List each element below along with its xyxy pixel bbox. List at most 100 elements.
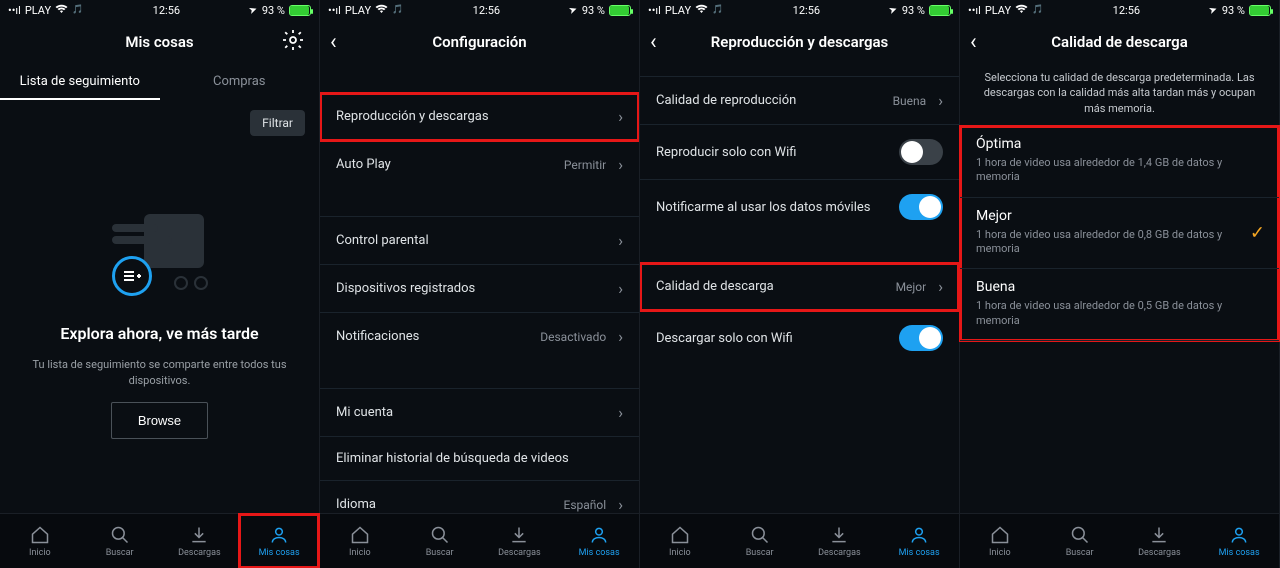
- status-bar: ••ıl PLAY 🎵 12:56 ➤ 93 %: [0, 0, 319, 20]
- quality-options-group: Óptima 1 hora de video usa alrededor de …: [960, 126, 1279, 341]
- header: ‹ Configuración: [320, 20, 639, 64]
- tab-search[interactable]: Buscar: [1040, 514, 1120, 568]
- row-label: Eliminar historial de búsqueda de videos: [336, 451, 569, 466]
- option-sub: 1 hora de video usa alrededor de 0,8 GB …: [976, 228, 1263, 257]
- clock: 12:56: [153, 4, 180, 17]
- page-title: Mis cosas: [125, 33, 193, 51]
- battery-icon: [929, 5, 951, 16]
- row-wifi-download[interactable]: Descargar solo con Wifi: [640, 311, 959, 365]
- wifi-icon: [55, 4, 68, 17]
- row-wifi-stream[interactable]: Reproducir solo con Wifi: [640, 125, 959, 180]
- header: ‹ Calidad de descarga: [960, 20, 1279, 64]
- tab-search-label: Buscar: [106, 548, 134, 558]
- row-label: Mi cuenta: [336, 405, 393, 420]
- tab-downloads-label: Descargas: [178, 548, 221, 558]
- tab-search[interactable]: Buscar: [720, 514, 800, 568]
- row-notify-cellular[interactable]: Notificarme al usar los datos móviles: [640, 180, 959, 234]
- status-bar: ••ıl PLAY 🎵 12:56 ➤ 93 %: [640, 0, 959, 20]
- row-value: Permitir: [564, 158, 606, 172]
- tabs: Lista de seguimiento Compras: [0, 64, 319, 100]
- signal-icon: ••ıl: [328, 4, 341, 17]
- tab-home[interactable]: Inicio: [960, 514, 1040, 568]
- row-stream-download[interactable]: Reproducción y descargas ›: [320, 93, 639, 141]
- toggle-wifi-stream[interactable]: [899, 139, 943, 165]
- wifi-icon: [375, 4, 388, 17]
- tab-home[interactable]: Inicio: [0, 514, 80, 568]
- battery-pct: 93 %: [1222, 4, 1245, 17]
- signal-icon: ••ıl: [968, 4, 981, 17]
- page-title: Reproducción y descargas: [711, 33, 889, 51]
- tab-mystuff[interactable]: Mis cosas: [879, 514, 959, 568]
- chevron-right-icon: ›: [618, 327, 623, 346]
- toggle-wifi-download[interactable]: [899, 325, 943, 351]
- chevron-right-icon: ›: [618, 107, 623, 126]
- tab-mystuff[interactable]: Mis cosas: [1199, 514, 1279, 568]
- status-bar: ••ıl PLAY 🎵 12:56 ➤ 93 %: [320, 0, 639, 20]
- back-button[interactable]: ‹: [330, 30, 337, 55]
- row-download-quality[interactable]: Calidad de descarga Mejor ›: [640, 263, 959, 311]
- filter-button[interactable]: Filtrar: [250, 110, 305, 136]
- tab-mystuff[interactable]: Mis cosas: [239, 514, 319, 568]
- row-notifications[interactable]: Notificaciones Desactivado ›: [320, 313, 639, 360]
- row-label: Dispositivos registrados: [336, 281, 475, 296]
- option-sub: 1 hora de video usa alrededor de 1,4 GB …: [976, 156, 1263, 185]
- row-label: Control parental: [336, 233, 429, 248]
- tab-watchlist[interactable]: Lista de seguimiento: [0, 64, 160, 100]
- empty-title: Explora ahora, ve más tarde: [60, 324, 258, 343]
- row-stream-quality[interactable]: Calidad de reproducción Buena ›: [640, 77, 959, 125]
- gear-icon[interactable]: [281, 28, 305, 56]
- option-title: Buena: [976, 279, 1263, 295]
- tab-purchases[interactable]: Compras: [160, 64, 320, 100]
- header: ‹ Reproducción y descargas: [640, 20, 959, 64]
- row-language[interactable]: Idioma Español ›: [320, 481, 639, 513]
- row-autoplay[interactable]: Auto Play Permitir ›: [320, 141, 639, 188]
- tab-search[interactable]: Buscar: [80, 514, 160, 568]
- battery-icon: [1249, 5, 1271, 16]
- page-title: Calidad de descarga: [1051, 33, 1188, 51]
- tab-home[interactable]: Inicio: [640, 514, 720, 568]
- quality-option-better[interactable]: Mejor 1 hora de video usa alrededor de 0…: [960, 198, 1279, 270]
- row-clear-history[interactable]: Eliminar historial de búsqueda de videos: [320, 437, 639, 481]
- check-icon: ✓: [1250, 223, 1265, 244]
- tab-home[interactable]: Inicio: [320, 514, 400, 568]
- battery-icon: [609, 5, 631, 16]
- battery-pct: 93 %: [582, 4, 605, 17]
- chevron-right-icon: ›: [618, 155, 623, 174]
- row-label: Calidad de descarga: [656, 279, 774, 294]
- row-label: Auto Play: [336, 157, 391, 172]
- row-label: Notificaciones: [336, 329, 419, 344]
- tab-downloads[interactable]: Descargas: [1120, 514, 1200, 568]
- row-value: Mejor: [896, 280, 927, 294]
- quality-option-best[interactable]: Óptima 1 hora de video usa alrededor de …: [960, 126, 1279, 198]
- pane-my-stuff: ••ıl PLAY 🎵 12:56 ➤ 93 % Mis cosas Lista…: [0, 0, 320, 568]
- toggle-notify-cellular[interactable]: [899, 194, 943, 220]
- bottom-tabbar: Inicio Buscar Descargas Mis cosas: [640, 513, 959, 568]
- chevron-right-icon: ›: [618, 403, 623, 422]
- bottom-tabbar: Inicio Buscar Descargas Mis cosas: [960, 513, 1279, 568]
- audio-icon: 🎵: [712, 5, 723, 15]
- row-label: Calidad de reproducción: [656, 93, 796, 108]
- clock: 12:56: [793, 4, 820, 17]
- tab-search[interactable]: Buscar: [400, 514, 480, 568]
- tab-downloads[interactable]: Descargas: [480, 514, 560, 568]
- quality-option-good[interactable]: Buena 1 hora de video usa alrededor de 0…: [960, 269, 1279, 341]
- clock: 12:56: [473, 4, 500, 17]
- row-devices[interactable]: Dispositivos registrados ›: [320, 265, 639, 313]
- row-label: Descargar solo con Wifi: [656, 331, 793, 346]
- back-button[interactable]: ‹: [650, 30, 657, 55]
- tab-downloads[interactable]: Descargas: [160, 514, 240, 568]
- back-button[interactable]: ‹: [970, 30, 977, 55]
- tab-mystuff-label: Mis cosas: [259, 548, 300, 558]
- bottom-tabbar: Inicio Buscar Descargas Mis cosas: [320, 513, 639, 568]
- row-account[interactable]: Mi cuenta ›: [320, 389, 639, 437]
- tab-downloads[interactable]: Descargas: [800, 514, 880, 568]
- browse-button[interactable]: Browse: [111, 402, 208, 439]
- chevron-right-icon: ›: [938, 91, 943, 110]
- description: Selecciona tu calidad de descarga predet…: [960, 64, 1279, 126]
- row-parental[interactable]: Control parental ›: [320, 217, 639, 265]
- tab-mystuff[interactable]: Mis cosas: [559, 514, 639, 568]
- option-sub: 1 hora de video usa alrededor de 0,5 GB …: [976, 299, 1263, 328]
- row-label: Idioma: [336, 497, 376, 512]
- pane-settings: ••ıl PLAY 🎵 12:56 ➤ 93 % ‹ Configuración…: [320, 0, 640, 568]
- chevron-right-icon: ›: [618, 231, 623, 250]
